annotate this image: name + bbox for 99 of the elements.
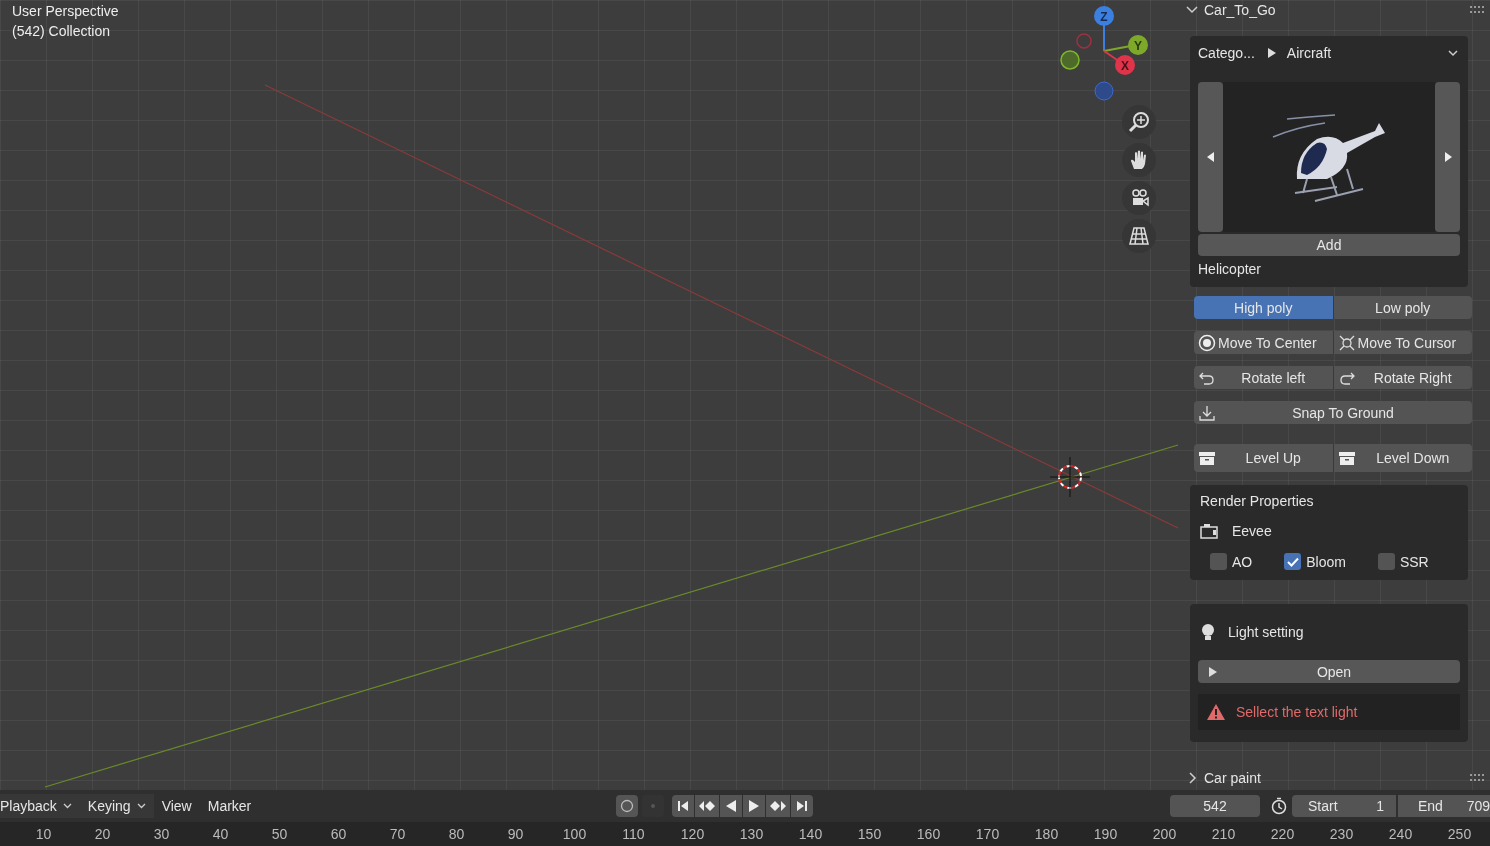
caret-icon	[1448, 49, 1458, 57]
record-button[interactable]	[616, 795, 639, 817]
box-icon	[1337, 449, 1356, 467]
operator-button[interactable]: Snap To Ground	[1194, 401, 1472, 424]
zoom-icon	[1128, 111, 1150, 133]
category-dropdown[interactable]: Catego... Aircraft	[1198, 40, 1460, 66]
checkbox-label: AO	[1232, 553, 1253, 570]
frame-number: 230	[1328, 826, 1355, 842]
checkbox[interactable]	[1210, 553, 1227, 570]
play-icon	[1266, 47, 1277, 59]
jump-to-end-button[interactable]	[791, 795, 814, 817]
checkbox-label: SSR	[1399, 553, 1429, 570]
menu-item[interactable]: Marker	[199, 794, 260, 818]
next-keyframe-button[interactable]	[766, 795, 791, 817]
render-engine-label: Eevee	[1232, 523, 1272, 539]
add-button[interactable]: Add	[1198, 234, 1460, 256]
frame-number: 40	[211, 826, 230, 842]
frame-number: 180	[1033, 826, 1060, 842]
collection-label: (542) Collection	[12, 23, 111, 39]
checkbox[interactable]	[1284, 553, 1302, 570]
frame-number: 10	[34, 826, 53, 842]
operator-button[interactable]: Move To Cursor	[1332, 331, 1472, 354]
arrow-right-icon	[1443, 152, 1452, 162]
light-bulb-icon	[1200, 623, 1216, 641]
current-frame-field[interactable]: 542	[1170, 795, 1260, 817]
operator-button[interactable]: Rotate left	[1194, 366, 1333, 389]
chevron-down-icon[interactable]	[1186, 5, 1198, 15]
3d-cursor-icon[interactable]	[1049, 456, 1091, 498]
menu-item[interactable]: Keying	[79, 794, 154, 818]
frame-number: 90	[506, 826, 525, 842]
frame-number: 110	[621, 826, 646, 842]
zoom-button[interactable]	[1122, 105, 1156, 139]
frame-number: 240	[1387, 826, 1414, 842]
asset-name: Helicopter	[1198, 261, 1262, 277]
previous-keyframe-button[interactable]	[695, 795, 720, 817]
jump-to-start-button[interactable]	[672, 795, 695, 817]
panel-title[interactable]: Car paint	[1204, 770, 1261, 786]
frame-number: 150	[856, 826, 883, 842]
previous-keyframe-icon	[698, 799, 717, 813]
preview-thumbnail[interactable]	[1223, 82, 1435, 232]
grid-icon	[1128, 225, 1150, 247]
operator-button[interactable]: Level Down	[1332, 444, 1472, 472]
frame-number: 20	[93, 826, 112, 842]
frame-number: 60	[329, 826, 348, 842]
perspective-button[interactable]	[1122, 219, 1156, 253]
checkbox-label: Bloom	[1306, 553, 1346, 570]
frame-number: 190	[1092, 826, 1119, 842]
poly-option[interactable]: Low poly	[1332, 296, 1472, 319]
arrow-left-icon	[1206, 152, 1215, 162]
frame-number: 130	[738, 826, 765, 842]
play-button[interactable]	[743, 795, 766, 817]
open-button[interactable]: Open	[1198, 660, 1460, 683]
frame-number: 30	[152, 826, 171, 842]
frame-number: 120	[679, 826, 706, 842]
warning-text: Sellect the text light	[1236, 704, 1358, 720]
operator-button[interactable]: Level Up	[1194, 444, 1333, 472]
frame-number: 80	[447, 826, 466, 842]
play-reverse-icon	[724, 799, 739, 813]
frame-number: 100	[561, 826, 588, 842]
frame-number: 70	[388, 826, 407, 842]
camera-icon	[1200, 523, 1218, 539]
frame-number: 170	[974, 826, 1001, 842]
frame-number: 50	[270, 826, 289, 842]
operator-button[interactable]: Move To Center	[1194, 331, 1333, 354]
section-title: Render Properties	[1200, 493, 1314, 509]
play-reverse-button[interactable]	[720, 795, 743, 817]
frame-number: 210	[1210, 826, 1237, 842]
chevron-right-icon[interactable]	[1188, 772, 1198, 784]
grip-icon[interactable]	[1470, 774, 1486, 782]
frame-number: 140	[797, 826, 824, 842]
checkbox[interactable]	[1377, 553, 1395, 570]
panel-title[interactable]: Car_To_Go	[1204, 2, 1276, 18]
warning-icon	[1206, 703, 1226, 721]
box-icon	[1198, 449, 1216, 467]
pan-button[interactable]	[1122, 143, 1156, 177]
frame-number: 160	[915, 826, 942, 842]
stopwatch-icon[interactable]	[1270, 797, 1288, 815]
next-keyframe-icon	[769, 799, 788, 813]
operator-button[interactable]: Rotate Right	[1332, 366, 1472, 389]
target-icon	[1198, 333, 1216, 352]
poly-option[interactable]: High poly	[1194, 296, 1333, 319]
section-title: Light setting	[1228, 624, 1304, 640]
cursor-icon	[1337, 333, 1356, 352]
menu-item[interactable]: View	[153, 794, 200, 818]
snap-icon	[1198, 403, 1216, 422]
frame-number: 250	[1446, 826, 1473, 842]
axis-gizmo[interactable]: Z Y X	[1060, 6, 1148, 101]
start-frame-field[interactable]: Start 1	[1292, 795, 1396, 817]
frame-number: 220	[1269, 826, 1296, 842]
play-icon	[1208, 665, 1218, 678]
jump-end-icon	[795, 799, 810, 813]
view-title: User Perspective	[12, 3, 119, 19]
circle-icon	[620, 799, 635, 813]
end-frame-field[interactable]: End 709	[1398, 795, 1490, 817]
frame-number: 200	[1151, 826, 1178, 842]
camera-view-button[interactable]	[1122, 181, 1156, 215]
jump-start-icon	[676, 799, 691, 813]
grip-icon[interactable]	[1470, 6, 1486, 14]
menu-item[interactable]: Playback	[0, 794, 80, 818]
